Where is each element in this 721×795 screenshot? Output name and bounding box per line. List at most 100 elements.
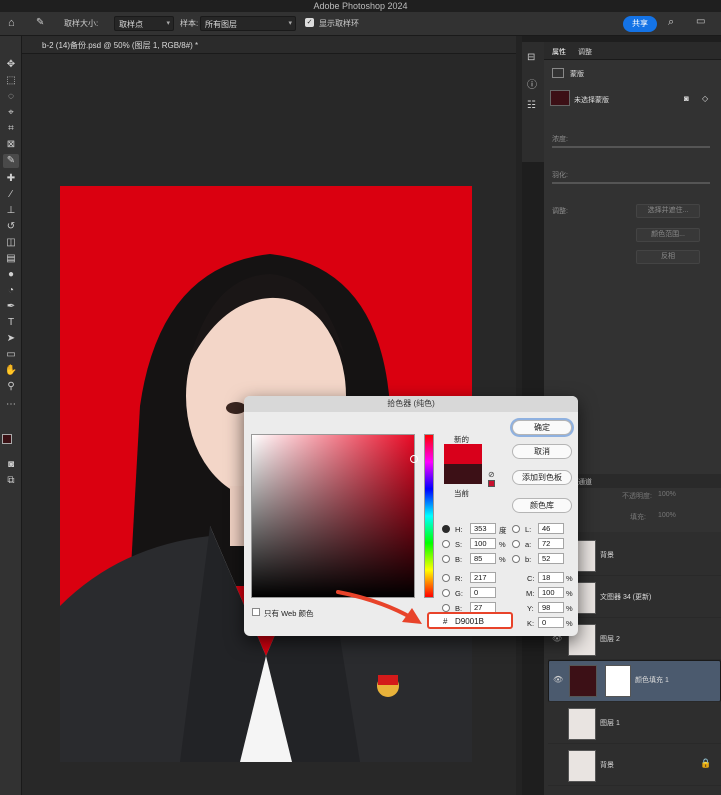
rectangle-tool-icon[interactable]: ▭ <box>3 348 19 362</box>
select-and-mask-button[interactable]: 选择并遮住... <box>636 204 700 218</box>
density-slider[interactable] <box>552 146 710 148</box>
feather-slider[interactable] <box>552 182 710 184</box>
layer-name: 颜色填充 1 <box>635 677 669 684</box>
r-radio[interactable] <box>442 574 450 582</box>
share-button[interactable]: 共享 <box>623 16 657 32</box>
layer-thumbnail <box>568 750 596 782</box>
tab-adjust[interactable]: 调整 <box>578 47 592 57</box>
clone-stamp-icon[interactable]: ⊥ <box>3 204 19 218</box>
quick-select-tool-icon[interactable]: ⌖ <box>3 106 19 120</box>
foreground-color-swatch[interactable] <box>2 434 12 444</box>
lab-b-radio[interactable] <box>512 555 520 563</box>
opacity-value[interactable]: 100% <box>658 491 676 498</box>
marquee-tool-icon[interactable]: ⬚ <box>3 74 19 88</box>
sample-size-select[interactable]: 取样点 ▾ <box>114 16 174 31</box>
k-input[interactable]: 0 <box>538 617 564 628</box>
l-label: L: <box>525 525 532 534</box>
screen-mode-icon[interactable]: ⧉ <box>3 474 19 488</box>
blue-radio[interactable] <box>442 604 450 612</box>
eyedropper-tool-icon[interactable]: ✎ <box>36 17 44 28</box>
zoom-tool-icon[interactable]: ⚲ <box>3 380 19 394</box>
fill-value[interactable]: 100% <box>658 512 676 519</box>
h-radio[interactable] <box>442 525 450 533</box>
c-input[interactable]: 18 <box>538 572 564 583</box>
search-icon[interactable]: ⌕ <box>668 16 674 29</box>
lasso-tool-icon[interactable]: ◌ <box>3 90 19 104</box>
out-of-gamut-icon[interactable]: ⊘ <box>488 470 495 479</box>
eye-icon[interactable]: 👁 <box>553 675 563 684</box>
workspace-icon[interactable]: ▭ <box>696 16 705 27</box>
window-title-bar: Adobe Photoshop 2024 <box>0 0 721 12</box>
g-radio[interactable] <box>442 589 450 597</box>
h-unit: 度 <box>499 526 507 535</box>
pen-tool-icon[interactable]: ✒ <box>3 300 19 314</box>
vector-mask-icon[interactable]: ◇ <box>702 94 708 103</box>
l-input[interactable]: 46 <box>538 523 564 534</box>
a-radio[interactable] <box>512 540 520 548</box>
tab-properties[interactable]: 属性 <box>552 47 566 57</box>
type-tool-icon[interactable]: T <box>3 316 19 330</box>
layer-row[interactable]: 背景 🔒 <box>548 746 721 786</box>
color-picker-title: 拾色器 (纯色) <box>244 396 578 412</box>
properties-header: 属性 调整 <box>544 42 721 60</box>
history-icon[interactable]: ⊟ <box>527 52 535 63</box>
l-radio[interactable] <box>512 525 520 533</box>
b-input[interactable]: 85 <box>470 553 496 564</box>
dodge-tool-icon[interactable]: ◔ <box>3 284 19 298</box>
eraser-tool-icon[interactable]: ◫ <box>3 236 19 250</box>
current-color-swatch[interactable] <box>444 464 482 484</box>
s-input[interactable]: 100 <box>470 538 496 549</box>
tab-channels[interactable]: 通道 <box>578 477 592 487</box>
c-unit: % <box>566 574 573 583</box>
web-colors-checkbox[interactable] <box>252 608 260 616</box>
info-icon[interactable]: ⓘ <box>527 76 537 91</box>
feather-label: 羽化: <box>552 172 568 179</box>
gradient-tool-icon[interactable]: ▤ <box>3 252 19 266</box>
color-range-button[interactable]: 颜色范围... <box>636 228 700 242</box>
add-to-swatches-button[interactable]: 添加到色板 <box>512 470 572 485</box>
frame-tool-icon[interactable]: ⊠ <box>3 138 19 152</box>
path-select-icon[interactable]: ➤ <box>3 332 19 346</box>
gamut-swatch[interactable] <box>488 480 495 487</box>
hex-input[interactable]: D9001B <box>455 617 484 626</box>
saturation-brightness-field[interactable] <box>251 434 418 598</box>
history-brush-icon[interactable]: ↺ <box>3 220 19 234</box>
pixel-mask-icon[interactable]: ◙ <box>684 94 689 103</box>
color-libraries-button[interactable]: 颜色库 <box>512 498 572 513</box>
sample-select[interactable]: 所有图层 ▾ <box>200 16 296 31</box>
ok-button[interactable]: 确定 <box>512 420 572 435</box>
hand-tool-icon[interactable]: ✋ <box>3 364 19 378</box>
y-input[interactable]: 98 <box>538 602 564 613</box>
k-unit: % <box>566 619 573 628</box>
layer-row-selected[interactable]: 👁 颜色填充 1 <box>548 660 721 702</box>
b-radio[interactable] <box>442 555 450 563</box>
r-input[interactable]: 217 <box>470 572 496 583</box>
hue-slider[interactable] <box>424 434 434 598</box>
g-input[interactable]: 0 <box>470 587 496 598</box>
fill-label: 填充: <box>630 514 646 521</box>
crop-tool-icon[interactable]: ⌗ <box>3 122 19 136</box>
lab-b-input[interactable]: 52 <box>538 553 564 564</box>
blur-tool-icon[interactable]: ● <box>3 268 19 282</box>
a-input[interactable]: 72 <box>538 538 564 549</box>
healing-brush-icon[interactable]: ✚ <box>3 172 19 186</box>
mask-icon <box>552 68 564 78</box>
document-tab[interactable]: b-2 (14)备份.psd @ 50% (图层 1, RGB/8#) * <box>22 36 516 54</box>
layer-mask-thumbnail[interactable] <box>605 665 631 697</box>
show-ring-checkbox[interactable]: ✓ <box>305 18 314 27</box>
adjustments-icon[interactable]: ☷ <box>527 100 536 111</box>
cancel-button[interactable]: 取消 <box>512 444 572 459</box>
brush-tool-icon[interactable]: ∕ <box>3 188 19 202</box>
quick-mask-icon[interactable]: ◙ <box>3 458 19 472</box>
s-radio[interactable] <box>442 540 450 548</box>
invert-button[interactable]: 反相 <box>636 250 700 264</box>
color-field-cursor[interactable] <box>410 455 418 463</box>
more-tools-icon[interactable]: ⋯ <box>3 398 19 412</box>
b-unit: % <box>499 555 506 564</box>
move-tool-icon[interactable]: ✥ <box>3 58 19 72</box>
eyedropper-tool-icon[interactable]: ✎ <box>3 154 19 168</box>
layer-row[interactable]: 图层 1 <box>548 704 721 744</box>
m-input[interactable]: 100 <box>538 587 564 598</box>
home-icon[interactable]: ⌂ <box>8 17 15 29</box>
h-input[interactable]: 353 <box>470 523 496 534</box>
